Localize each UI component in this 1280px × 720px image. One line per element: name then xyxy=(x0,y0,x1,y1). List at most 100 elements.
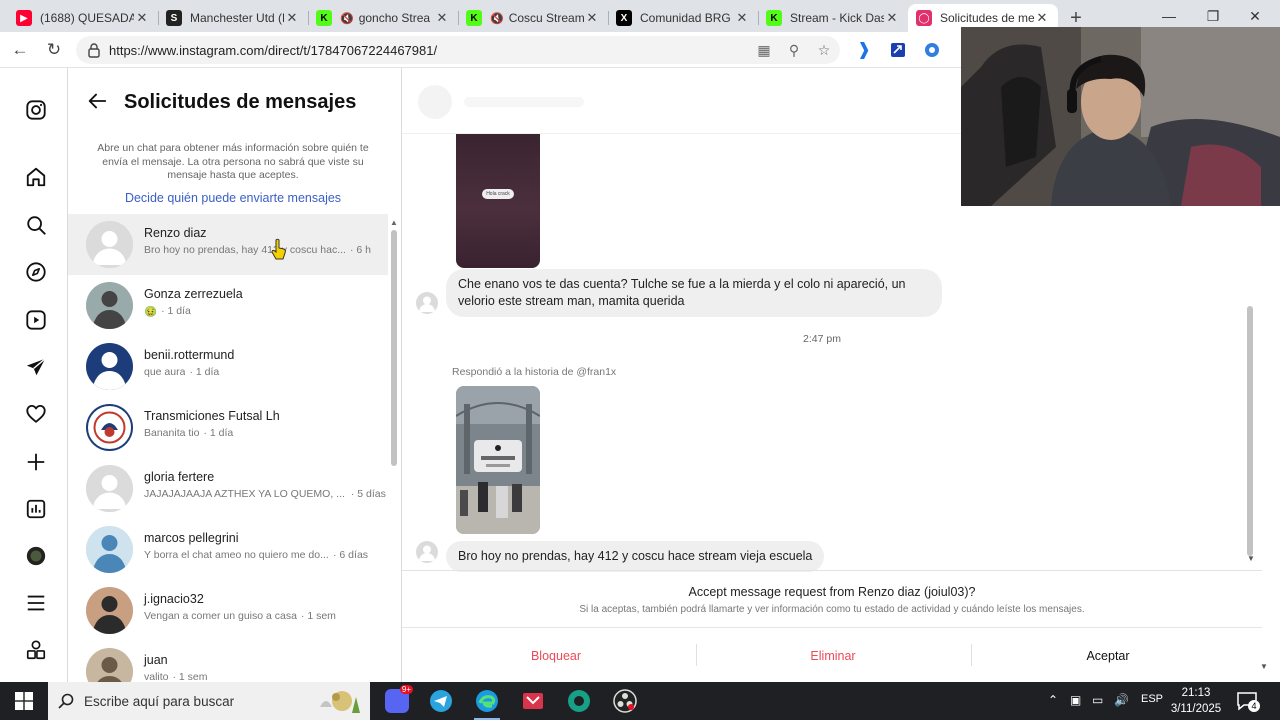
start-button[interactable] xyxy=(0,682,48,720)
taskbar-telegram-icon[interactable] xyxy=(418,682,464,720)
lock-icon[interactable] xyxy=(86,42,102,58)
meta-apps-icon[interactable] xyxy=(24,638,48,662)
tray-language[interactable]: ESP xyxy=(1141,693,1163,705)
chat-scrollbar[interactable] xyxy=(1246,208,1254,568)
instagram-logo-icon[interactable] xyxy=(24,98,48,122)
tray-network-icon[interactable]: ▣ xyxy=(1070,693,1081,707)
requests-info-text: Abre un chat para obtener más informació… xyxy=(97,142,369,181)
browser-tab[interactable]: K 🔇 Coscu Stream ✕ xyxy=(458,4,608,32)
sender-avatar[interactable] xyxy=(416,292,438,314)
who-can-message-link[interactable]: Decide quién puede enviarte mensajes xyxy=(68,191,398,205)
extension-icon[interactable] xyxy=(886,38,910,62)
browser-tab[interactable]: K Stream - Kick Dash ✕ xyxy=(758,4,908,32)
zoom-icon[interactable]: ⚲ xyxy=(784,40,804,60)
menu-icon[interactable] xyxy=(24,591,48,615)
back-arrow-icon[interactable] xyxy=(86,90,108,112)
message-bubble[interactable]: Bro hoy no prendas, hay 412 y coscu hace… xyxy=(446,541,825,572)
page-scroll-down-icon[interactable]: ▼ xyxy=(1260,662,1268,671)
divider xyxy=(696,644,697,666)
search-icon[interactable] xyxy=(24,213,48,237)
tab-close-icon[interactable]: ✕ xyxy=(1034,10,1050,26)
reload-icon[interactable]: ↻ xyxy=(42,38,66,62)
request-row[interactable]: j.ignacio32 Vengan a comer un guiso a cas… xyxy=(68,580,388,641)
app-available-icon[interactable]: ▦ xyxy=(754,40,774,60)
taskbar-edge-icon[interactable] xyxy=(464,682,510,720)
avatar xyxy=(86,465,133,512)
request-row[interactable]: gloria fertere JAJAJAJAAJA AZTHEX YA LO Q… xyxy=(68,458,388,519)
reels-icon[interactable] xyxy=(24,308,48,332)
scroll-up-icon[interactable]: ▲ xyxy=(390,218,398,227)
request-row[interactable]: marcos pellegrini Y borra el chat ameo no… xyxy=(68,519,388,580)
taskbar-obs-icon[interactable] xyxy=(602,682,648,720)
tab-close-icon[interactable]: ✕ xyxy=(284,10,300,26)
url-text[interactable]: https://www.instagram.com/direct/t/17847… xyxy=(109,43,437,58)
x-icon: X xyxy=(616,10,632,26)
requests-scrollbar[interactable]: ▲ xyxy=(390,218,398,682)
messages-icon[interactable] xyxy=(24,355,48,379)
browser-tab[interactable]: S Manchester Utd (Fi ✕ xyxy=(158,4,308,32)
tray-overflow-icon[interactable]: ⌃ xyxy=(1048,693,1058,707)
accept-button[interactable]: Aceptar xyxy=(1008,649,1208,663)
scrollbar-thumb[interactable] xyxy=(391,230,397,466)
read-aloud-icon[interactable]: ❱ xyxy=(852,38,876,62)
instagram-icon: ◯ xyxy=(916,10,932,26)
request-row[interactable]: Renzo diaz Bro hoy no prendas, hay 412 y … xyxy=(68,214,388,275)
tab-title: goncho Strea xyxy=(358,11,431,25)
profile-icon[interactable] xyxy=(24,544,48,568)
tray-volume-icon[interactable]: 🔊 xyxy=(1114,693,1129,707)
request-time: · 6 h xyxy=(349,244,371,256)
notification-center-icon[interactable]: 4 xyxy=(1236,691,1260,716)
create-icon[interactable] xyxy=(24,450,48,474)
tray-display-icon[interactable]: ▭ xyxy=(1092,693,1103,707)
clock-time: 21:13 xyxy=(1181,687,1211,699)
taskbar-edge-dev-icon[interactable] xyxy=(556,682,602,720)
clock-date: 3/11/2025 xyxy=(1170,703,1222,715)
tab-close-icon[interactable]: ✕ xyxy=(884,10,900,26)
taskbar-search-box[interactable]: Escribe aquí para buscar xyxy=(48,682,370,720)
message-bubble[interactable]: Che enano vos te das cuenta? Tulche se f… xyxy=(446,269,942,317)
tab-muted-icon[interactable]: 🔇 xyxy=(340,12,354,25)
scrollbar-thumb[interactable] xyxy=(1247,306,1253,556)
back-icon[interactable]: ← xyxy=(8,38,32,62)
notifications-icon[interactable] xyxy=(24,402,48,426)
search-icon xyxy=(58,693,74,709)
tab-muted-icon[interactable]: 🔇 xyxy=(490,12,504,25)
request-time: · 1 día xyxy=(203,427,234,439)
taskbar-clock[interactable]: 21:13 3/11/2025 xyxy=(1168,685,1224,717)
taskbar-discord-icon[interactable]: 9+ xyxy=(374,682,420,720)
request-row[interactable]: benii.rottermund que aura · 1 día xyxy=(68,336,388,397)
browser-tab[interactable]: ▶ (1688) QUESADA SE✕ xyxy=(8,4,158,32)
message-requests-panel: Solicitudes de mensajes Abre un chat par… xyxy=(68,68,402,682)
address-bar[interactable]: https://www.instagram.com/direct/t/17847… xyxy=(76,36,840,64)
scroll-down-icon[interactable]: ▼ xyxy=(1247,554,1255,563)
copilot-icon[interactable] xyxy=(920,38,944,62)
request-row[interactable]: Transmiciones Futsal Lh Bananita tio · 1 d… xyxy=(68,397,388,458)
explore-icon[interactable] xyxy=(24,260,48,284)
tab-close-icon[interactable]: ✕ xyxy=(734,10,750,26)
dashboard-icon[interactable] xyxy=(24,497,48,521)
tab-close-icon[interactable]: ✕ xyxy=(134,10,150,26)
story-reply-preview[interactable]: Hola crack xyxy=(456,134,540,268)
request-row[interactable]: juan valito · 1 sem xyxy=(68,641,388,682)
avatar xyxy=(86,343,133,390)
taskbar-app-red-icon[interactable] xyxy=(510,682,556,720)
tab-close-icon[interactable]: ✕ xyxy=(584,10,600,26)
tab-title: Stream - Kick Dash xyxy=(790,11,884,25)
request-row[interactable]: Gonza zerrezuela 🤢 · 1 día xyxy=(68,275,388,336)
favorite-star-icon[interactable]: ☆ xyxy=(814,40,834,60)
story-reply-image[interactable] xyxy=(456,386,540,534)
block-button[interactable]: Bloquear xyxy=(456,649,656,663)
kick-icon: K xyxy=(316,10,332,26)
station-photo xyxy=(456,386,540,534)
home-icon[interactable] xyxy=(24,165,48,189)
browser-tab[interactable]: K 🔇 goncho Strea ✕ xyxy=(308,4,458,32)
tab-close-icon[interactable]: ✕ xyxy=(434,10,450,26)
tab-title: Manchester Utd (Fi xyxy=(190,11,284,25)
request-sender-name: j.ignacio32 xyxy=(144,592,204,606)
delete-button[interactable]: Eliminar xyxy=(733,649,933,663)
sender-avatar[interactable] xyxy=(416,541,438,563)
request-preview: valito xyxy=(144,671,169,682)
chat-header-avatar[interactable] xyxy=(418,85,452,119)
request-sender-name: Renzo diaz xyxy=(144,226,207,240)
browser-tab[interactable]: X Comunidad BRG O ✕ xyxy=(608,4,758,32)
